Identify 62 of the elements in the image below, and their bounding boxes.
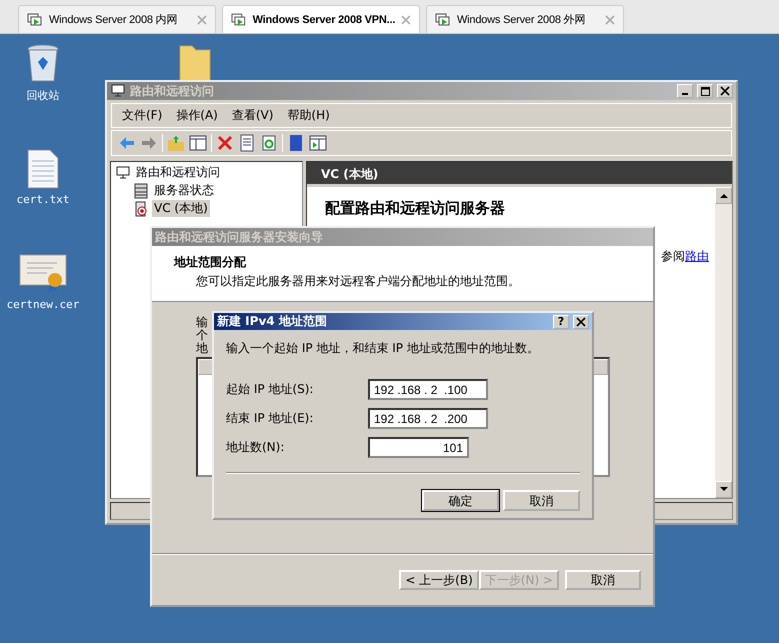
scroll-down-icon[interactable] <box>720 487 728 492</box>
desktop-icon-label[interactable]: cert.txt <box>16 193 70 206</box>
pane-icon[interactable] <box>189 134 207 152</box>
wizard-button[interactable]: 取消 <box>565 570 641 590</box>
tree-item[interactable]: 路由和远程访问 <box>134 164 222 181</box>
ip-address-field[interactable]: 192 .168 . 2 .200 <box>368 408 488 429</box>
console-icon[interactable] <box>309 134 327 152</box>
certificate-icon[interactable] <box>19 254 67 294</box>
browser-tab[interactable]: Windows Server 2008 内网 <box>18 5 216 33</box>
tree-item[interactable]: 服务器状态 <box>152 182 216 199</box>
maximize-icon <box>700 86 710 96</box>
server-rack-icon <box>133 182 149 198</box>
scrollbar[interactable] <box>715 187 732 498</box>
text-file-icon[interactable] <box>27 149 59 189</box>
wizard-button[interactable]: < 上一步(B) <box>399 570 479 590</box>
server-icon <box>133 200 149 216</box>
menu-item[interactable]: 查看(V) <box>232 107 274 124</box>
wizard-title: 路由和远程访问服务器安装向导 <box>155 228 324 246</box>
close-icon[interactable] <box>576 316 586 326</box>
dialog-button[interactable]: 取消 <box>503 490 580 511</box>
window-title: 路由和远程访问 <box>130 82 215 100</box>
count-field[interactable]: 101 <box>368 437 469 458</box>
browser-tab[interactable]: Windows Server 2008 VPN... <box>222 5 420 33</box>
wizard-text: 输 <box>196 316 208 329</box>
menu-item[interactable]: 帮助(H) <box>287 107 330 124</box>
close-button[interactable] <box>717 84 733 98</box>
close-icon[interactable] <box>720 86 730 96</box>
tree-item[interactable]: VC (本地) <box>152 200 210 217</box>
computer-icon <box>110 84 126 98</box>
dialog-title: 新建 IPv4 地址范围 <box>217 313 328 330</box>
wizard-text: 地 <box>196 342 208 355</box>
maximize-button[interactable] <box>697 84 713 98</box>
vm-icon <box>231 12 247 26</box>
minimize-button[interactable] <box>677 84 693 98</box>
pane-heading: 配置路由和远程访问服务器 <box>325 199 506 218</box>
ip-address-field[interactable]: 192 .168 . 2 .100 <box>368 379 488 400</box>
properties-icon[interactable] <box>238 134 256 152</box>
scroll-up-icon[interactable] <box>720 193 728 198</box>
wizard-text: 个 <box>196 329 208 342</box>
desktop-icon-label[interactable]: certnew.cer <box>6 298 80 311</box>
dialog-instruction: 输入一个起始 IP 地址，和结束 IP 地址或范围中的地址数。 <box>226 340 540 357</box>
close-button[interactable] <box>573 314 589 328</box>
refresh-icon[interactable] <box>260 134 278 152</box>
see-also-text: 参阅 <box>661 248 685 265</box>
help-button[interactable]: ? <box>553 314 569 328</box>
field-label: 结束 IP 地址(E): <box>226 410 314 427</box>
wizard-step-title: 地址范围分配 <box>174 254 247 271</box>
delete-icon[interactable] <box>216 134 234 152</box>
field-label: 起始 IP 地址(S): <box>226 381 314 398</box>
recycle-bin-icon[interactable] <box>26 44 60 84</box>
help-link[interactable]: 路由 <box>685 248 709 265</box>
desktop-icon-label[interactable]: 回收站 <box>26 88 60 103</box>
menu-item[interactable]: 操作(A) <box>176 107 218 124</box>
field-label: 地址数(N): <box>226 439 286 456</box>
computer-icon <box>115 166 131 180</box>
vm-icon <box>27 12 43 26</box>
wizard-step-description: 您可以指定此服务器用来对远程客户端分配地址的地址范围。 <box>195 273 521 290</box>
menu-item[interactable]: 文件(F) <box>122 107 162 124</box>
browser-tab[interactable]: Windows Server 2008 外网 <box>426 5 624 33</box>
pane-header: VC (本地) <box>307 162 732 184</box>
vm-icon <box>435 12 451 26</box>
dialog-button[interactable]: 确定 <box>422 490 499 511</box>
